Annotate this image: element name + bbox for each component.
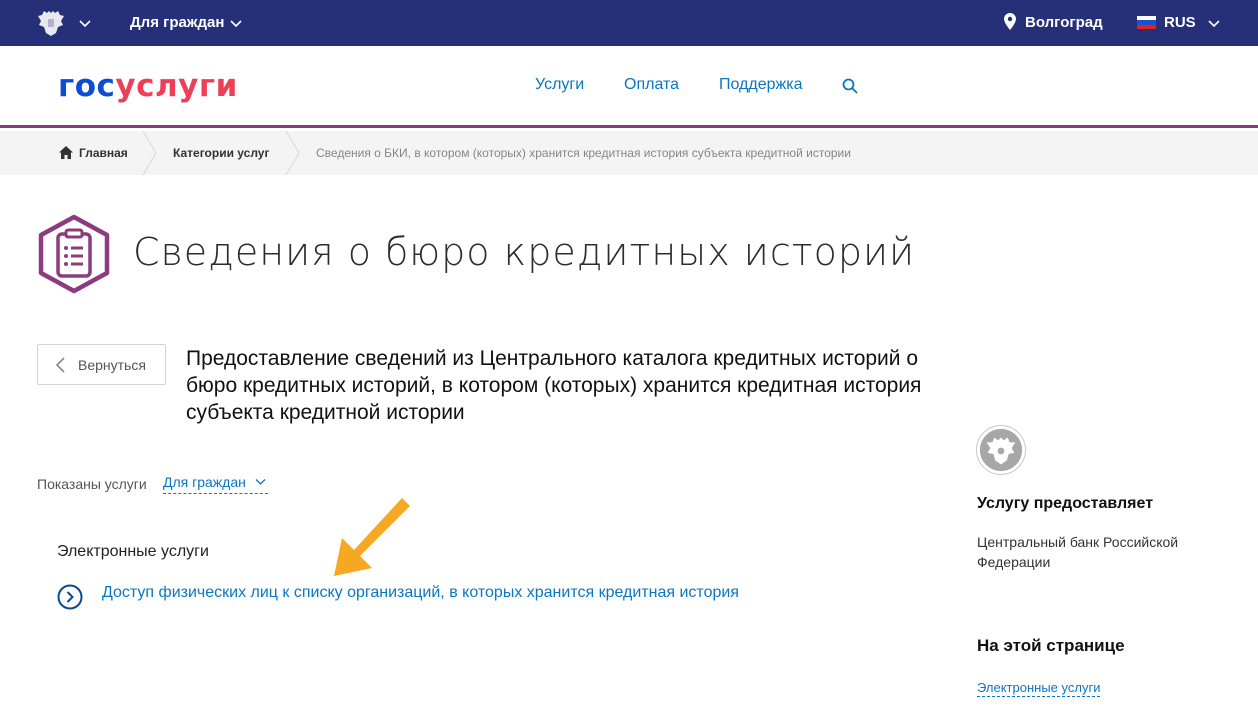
audience-filter-dropdown[interactable]: Для граждан — [163, 474, 268, 494]
on-page-link-electronic-services[interactable]: Электронные услуги — [977, 680, 1101, 697]
back-button[interactable]: Вернуться — [37, 344, 166, 385]
clipboard-list-icon — [38, 214, 110, 294]
audience-filter-value: Для граждан — [163, 474, 246, 490]
audience-selector[interactable]: Для граждан — [130, 14, 224, 31]
nav-payment[interactable]: Оплата — [624, 76, 679, 94]
search-icon[interactable] — [842, 78, 858, 94]
page-title: Сведения о бюро кредитных историй — [133, 230, 916, 274]
chevron-down-icon[interactable] — [1208, 17, 1220, 29]
section-heading-electronic-services: Электронные услуги — [57, 543, 209, 560]
back-button-label: Вернуться — [78, 357, 146, 373]
location-city[interactable]: Волгоград — [1025, 14, 1103, 31]
home-icon[interactable] — [59, 146, 73, 159]
language-selector[interactable]: RUS — [1164, 14, 1196, 31]
chevron-left-icon — [55, 357, 65, 373]
location-pin-icon[interactable] — [1004, 13, 1016, 30]
double-eagle-icon — [979, 428, 1023, 472]
breadcrumb-separator — [142, 131, 157, 175]
shown-services-label: Показаны услуги — [37, 476, 147, 492]
service-title: Предоставление сведений из Центрального … — [186, 347, 922, 424]
provider-heading: Услугу предоставляет — [977, 495, 1154, 512]
chevron-down-icon[interactable] — [79, 17, 91, 29]
breadcrumb-separator — [285, 131, 300, 175]
russian-flag-icon — [1137, 16, 1156, 29]
coat-of-arms-icon[interactable] — [36, 9, 66, 37]
chevron-down-icon — [255, 479, 266, 485]
orange-arrow-annotation — [334, 498, 410, 576]
on-page-heading: На этой странице — [977, 636, 1125, 655]
breadcrumb-categories[interactable]: Категории услуг — [173, 146, 269, 160]
service-link-credit-history[interactable]: Доступ физических лиц к списку организац… — [102, 584, 739, 602]
chevron-down-icon[interactable] — [230, 17, 242, 29]
provider-name: Центральный банк Российской Федерации — [977, 534, 1179, 570]
breadcrumb: Главная Категории услуг Сведения о БКИ, … — [0, 131, 1258, 175]
logo-part-gos: гос — [58, 68, 116, 104]
chevron-circle-right-icon[interactable] — [57, 584, 83, 610]
gosuslugi-logo[interactable]: госуслуги — [58, 68, 238, 104]
site-header: госуслуги Услуги Оплата Поддержка — [0, 46, 1258, 128]
nav-services[interactable]: Услуги — [535, 76, 584, 94]
logo-part-uslugi: услуги — [115, 68, 238, 104]
breadcrumb-current: Сведения о БКИ, в котором (которых) хран… — [316, 146, 851, 160]
central-bank-emblem-icon — [976, 425, 1026, 475]
breadcrumb-home[interactable]: Главная — [79, 146, 128, 160]
nav-support[interactable]: Поддержка — [719, 76, 802, 94]
top-bar: Для граждан Волгоград RUS — [0, 0, 1258, 46]
